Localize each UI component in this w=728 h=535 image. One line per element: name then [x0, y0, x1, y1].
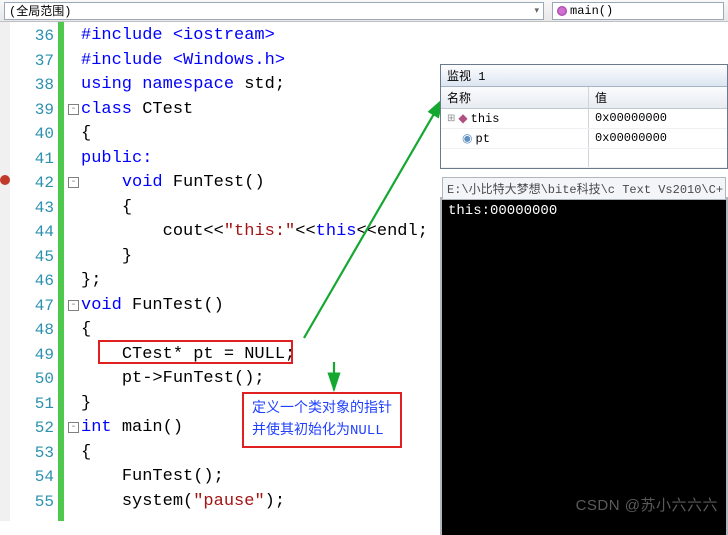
scope-bar: (全局范围) ▾ main(): [0, 0, 728, 22]
annotation-box: 定义一个类对象的指针 并使其初始化为NULL: [242, 392, 402, 448]
line-number: 49: [10, 343, 54, 368]
watch-hdr-value: 值: [589, 87, 727, 108]
console-title: E:\小比特大梦想\bite科技\c Text Vs2010\C+: [442, 177, 726, 200]
scope-label: (全局范围): [9, 2, 71, 19]
line-number: 45: [10, 245, 54, 270]
breakpoint-gutter[interactable]: [0, 22, 10, 521]
function-dropdown[interactable]: main(): [552, 2, 724, 20]
watch-row[interactable]: ◉pt 0x00000000: [441, 129, 727, 149]
line-number-gutter: 36 37 38 39 40 41 42 43 44 45 46 47 48 4…: [10, 22, 64, 521]
scope-dropdown[interactable]: (全局范围) ▾: [4, 2, 544, 20]
expand-icon[interactable]: ⊞: [447, 113, 455, 125]
function-label: main(): [570, 4, 613, 18]
breakpoint-icon[interactable]: [0, 175, 10, 185]
line-number: 55: [10, 490, 54, 515]
line-number: 36: [10, 24, 54, 49]
console-panel: E:\小比特大梦想\bite科技\c Text Vs2010\C+ this:0…: [440, 197, 728, 535]
annotation-line1: 定义一个类对象的指针: [252, 398, 392, 420]
watch-row-empty[interactable]: [441, 149, 727, 168]
line-number: 38: [10, 73, 54, 98]
watch-hdr-name: 名称: [441, 87, 589, 108]
function-icon: [557, 6, 567, 16]
annotation-line2: 并使其初始化为NULL: [252, 420, 392, 442]
line-number: 41: [10, 147, 54, 172]
line-number: 51: [10, 392, 54, 417]
fold-icon[interactable]: -: [68, 422, 79, 433]
line-number: 42: [10, 171, 54, 196]
line-number: 48: [10, 318, 54, 343]
fold-icon[interactable]: -: [68, 177, 79, 188]
line-number: 47: [10, 294, 54, 319]
chevron-down-icon: ▾: [534, 6, 539, 16]
watch-title: 监视 1: [441, 65, 727, 87]
code-editor[interactable]: #include <iostream> #include <Windows.h>…: [64, 22, 444, 521]
console-output: this:00000000: [442, 199, 726, 223]
line-number: 46: [10, 269, 54, 294]
line-number: 37: [10, 49, 54, 74]
fold-icon[interactable]: -: [68, 104, 79, 115]
line-number: 54: [10, 465, 54, 490]
line-number: 50: [10, 367, 54, 392]
watermark: CSDN @苏小六六六: [576, 494, 718, 515]
line-number: 52: [10, 416, 54, 441]
line-number: 40: [10, 122, 54, 147]
right-panes: 监视 1 名称 值 ⊞◆this 0x00000000 ◉pt 0x000000…: [440, 64, 728, 535]
fold-icon[interactable]: -: [68, 300, 79, 311]
line-number: 43: [10, 196, 54, 221]
line-number: 53: [10, 441, 54, 466]
watch-header: 名称 值: [441, 87, 727, 109]
watch-row[interactable]: ⊞◆this 0x00000000: [441, 109, 727, 129]
line-number: 44: [10, 220, 54, 245]
watch-panel[interactable]: 监视 1 名称 值 ⊞◆this 0x00000000 ◉pt 0x000000…: [440, 64, 728, 169]
line-number: 39: [10, 98, 54, 123]
